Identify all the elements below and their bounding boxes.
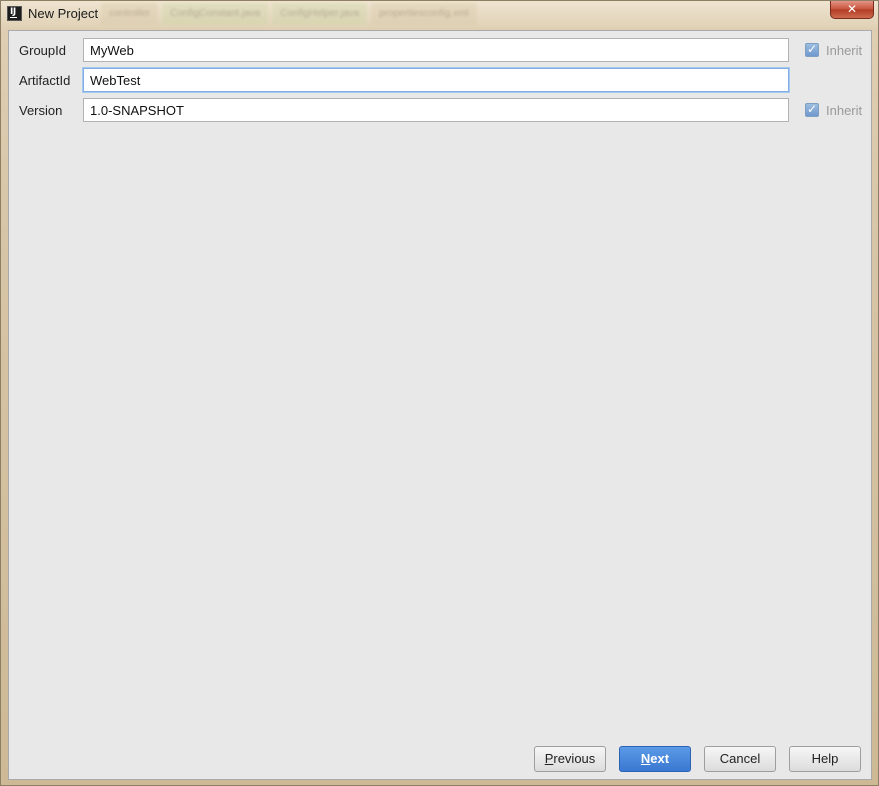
groupid-inherit-checkbox[interactable]: ✓ Inherit	[805, 42, 862, 58]
close-icon: ✕	[846, 2, 858, 16]
previous-button[interactable]: Previous	[534, 746, 606, 772]
next-label-rest: ext	[650, 751, 670, 766]
version-label: Version	[19, 103, 63, 118]
checkbox-box: ✓	[805, 42, 819, 57]
artifactid-row: ArtifactId	[9, 68, 871, 94]
inherit-label: Inherit	[826, 102, 863, 118]
wizard-content: GroupId ✓ Inherit ArtifactId Version ✓ I…	[8, 30, 872, 780]
checkbox-box: ✓	[805, 102, 819, 117]
version-input[interactable]	[83, 98, 789, 122]
title-bar: IJ New Project controller ConfigConstant…	[1, 1, 878, 27]
previous-label-rest: revious	[553, 751, 596, 766]
checkmark-icon: ✓	[807, 102, 818, 116]
help-button[interactable]: Help	[789, 746, 861, 772]
window-title: New Project	[28, 6, 99, 21]
cancel-button[interactable]: Cancel	[704, 746, 776, 772]
version-row: Version ✓ Inherit	[9, 98, 871, 124]
background-editor-tabs: controller ConfigConstant.java ConfigHel…	[101, 1, 791, 27]
background-tab: ConfigHelper.java	[272, 3, 368, 25]
checkmark-icon: ✓	[807, 42, 818, 56]
groupid-input[interactable]	[83, 38, 789, 62]
intellij-idea-icon: IJ	[7, 6, 22, 21]
artifactid-input[interactable]	[83, 68, 789, 92]
artifactid-label: ArtifactId	[19, 73, 71, 88]
background-tab: controller	[101, 3, 159, 25]
inherit-label: Inherit	[826, 42, 863, 58]
next-mnemonic: N	[640, 751, 651, 766]
background-tab: propertiesconfig.xml	[371, 3, 477, 25]
close-window-button[interactable]: ✕	[830, 1, 874, 19]
groupid-label: GroupId	[19, 43, 66, 58]
new-project-window: IJ New Project controller ConfigConstant…	[0, 0, 879, 786]
background-tab: ConfigConstant.java	[162, 3, 269, 25]
version-inherit-checkbox[interactable]: ✓ Inherit	[805, 102, 862, 118]
next-button[interactable]: Next	[619, 746, 691, 772]
groupid-row: GroupId ✓ Inherit	[9, 38, 871, 64]
